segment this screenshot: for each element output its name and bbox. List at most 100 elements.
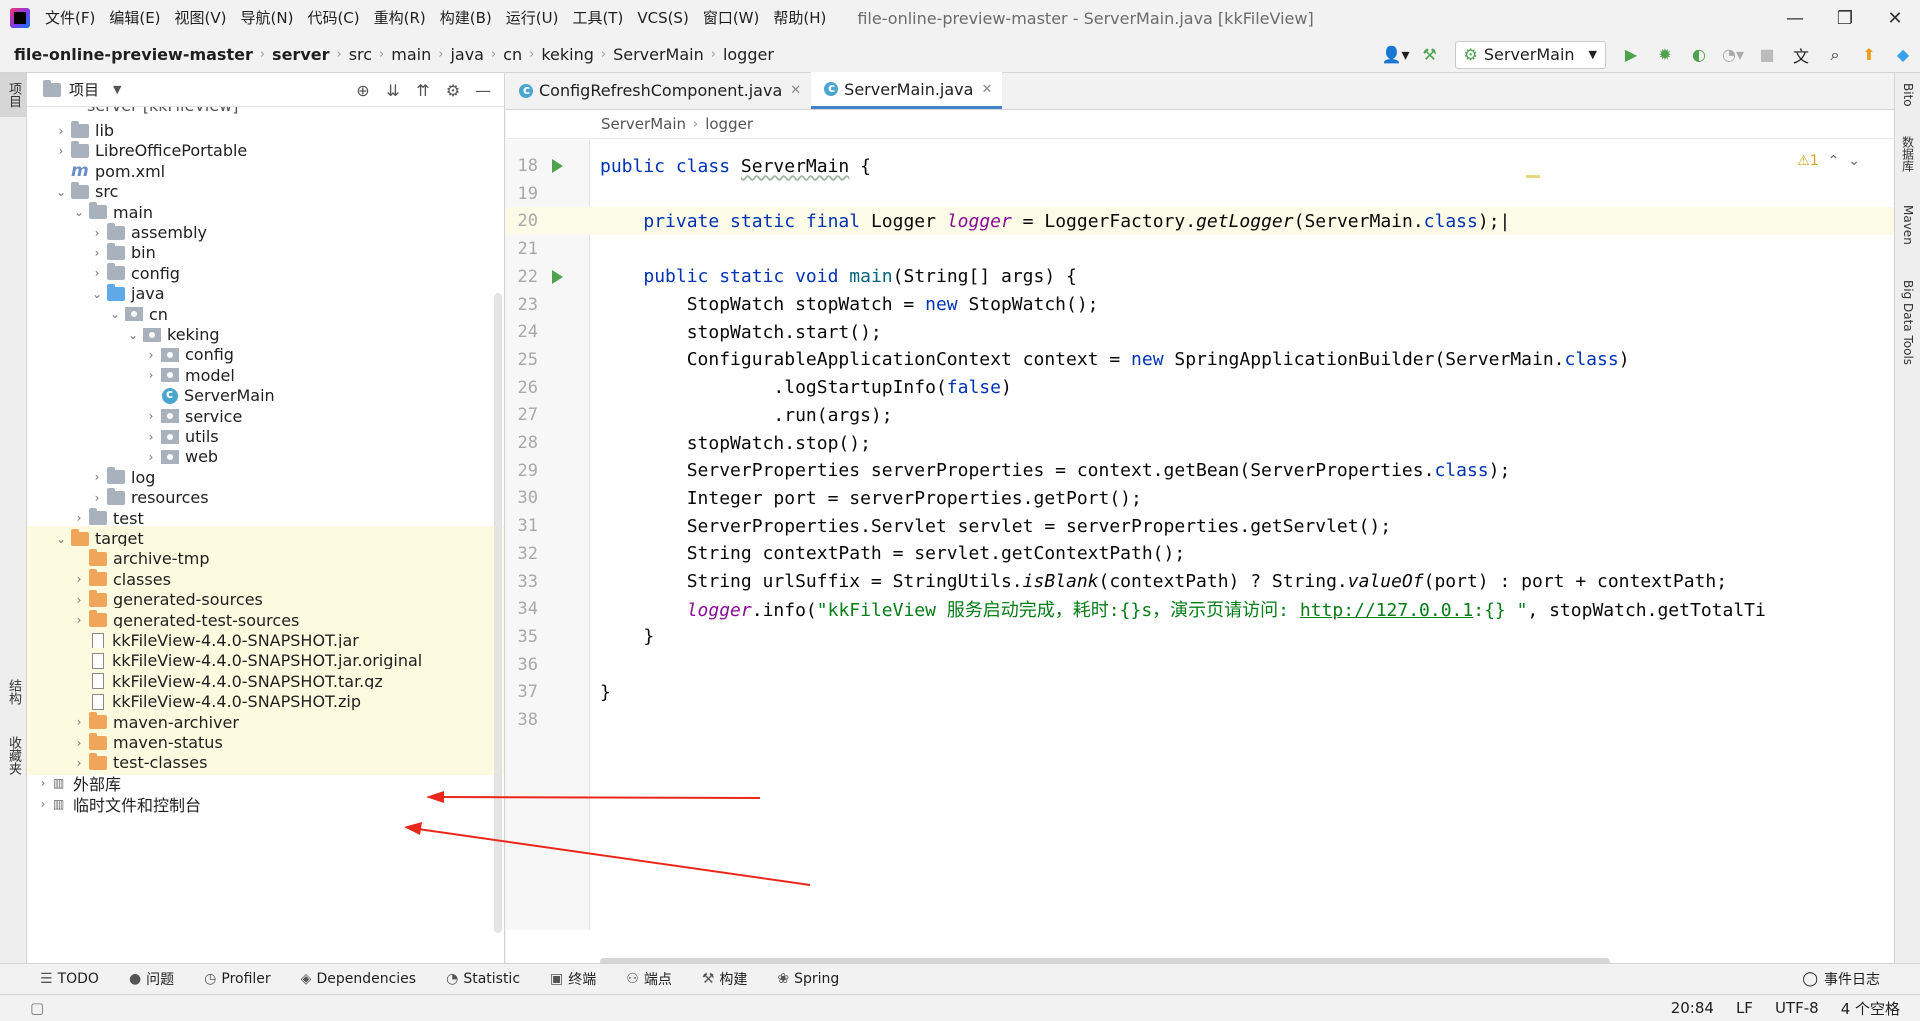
layout-icon[interactable]: ▢ xyxy=(30,999,44,1017)
bottom-tool-tab[interactable]: ▣ 终端 xyxy=(550,969,596,989)
menu-item[interactable]: VCS(S) xyxy=(630,0,695,36)
code-line[interactable]: 27 .run(args); xyxy=(506,401,1894,429)
chevron-right-icon[interactable]: › xyxy=(53,124,69,138)
debug-icon[interactable]: ✹ xyxy=(1651,41,1679,69)
menu-item[interactable]: 代码(C) xyxy=(300,0,366,36)
breadcrumb-item[interactable]: java xyxy=(450,45,484,64)
run-configuration-select[interactable]: ⚙ ServerMain ▼ xyxy=(1454,40,1606,69)
breadcrumb-item[interactable]: main xyxy=(391,45,431,64)
code-line[interactable]: 33 String urlSuffix = StringUtils.isBlan… xyxy=(506,568,1894,596)
right-tool-tab[interactable]: 数据库 xyxy=(1895,125,1920,183)
indent-setting[interactable]: 4 个空格 xyxy=(1841,998,1900,1019)
code-line[interactable]: 29 ServerProperties serverProperties = c… xyxy=(506,457,1894,485)
caret-position[interactable]: 20:84 xyxy=(1671,999,1714,1017)
bottom-tool-tab[interactable]: ◔ Statistic xyxy=(446,969,520,989)
hide-icon[interactable]: — xyxy=(468,81,498,100)
chevron-down-icon[interactable]: ⌄ xyxy=(107,307,123,321)
chevron-right-icon[interactable]: › xyxy=(53,144,69,158)
code-line[interactable]: 20 private static final Logger logger = … xyxy=(506,207,1894,236)
menu-item[interactable]: 构建(B) xyxy=(433,0,499,36)
chevron-right-icon[interactable]: › xyxy=(89,266,105,280)
event-log-button[interactable]: ◯ 事件日志 xyxy=(1802,969,1880,989)
breadcrumb-item[interactable]: server xyxy=(272,45,329,64)
chevron-right-icon[interactable]: › xyxy=(71,593,87,607)
bottom-tool-tab[interactable]: ☰ TODO xyxy=(40,969,99,989)
chevron-right-icon[interactable]: › xyxy=(71,572,87,586)
run-gutter-icon[interactable] xyxy=(552,159,563,173)
translate-icon[interactable]: 文 xyxy=(1787,41,1815,69)
menu-item[interactable]: 视图(V) xyxy=(168,0,234,36)
user-icon[interactable]: 👤▾ xyxy=(1382,41,1410,69)
code-line[interactable]: 22 public static void main(String[] args… xyxy=(506,263,1894,291)
expand-all-icon[interactable]: ⇊ xyxy=(378,81,408,100)
chevron-right-icon[interactable]: › xyxy=(71,511,87,525)
right-tool-tab[interactable]: Bito xyxy=(1895,73,1920,117)
code-line[interactable]: 26 .logStartupInfo(false) xyxy=(506,374,1894,402)
chevron-right-icon[interactable]: › xyxy=(143,450,159,464)
chevron-right-icon[interactable]: › xyxy=(143,430,159,444)
file-encoding[interactable]: UTF-8 xyxy=(1775,999,1819,1017)
code-line[interactable]: 23 StopWatch stopWatch = new StopWatch()… xyxy=(506,291,1894,319)
update-icon[interactable]: ⬆ xyxy=(1855,41,1883,69)
structure-tool-tab[interactable]: 结构 xyxy=(0,669,27,715)
chevron-down-icon[interactable]: ⌄ xyxy=(89,287,105,301)
chevron-right-icon[interactable]: › xyxy=(143,409,159,423)
chevron-right-icon[interactable]: › xyxy=(89,491,105,505)
code-line[interactable]: 32 String contextPath = servlet.getConte… xyxy=(506,540,1894,568)
code-line[interactable]: 28 stopWatch.stop(); xyxy=(506,429,1894,457)
project-tool-tab[interactable]: 项目 xyxy=(0,73,27,117)
breadcrumb-item[interactable]: src xyxy=(349,45,372,64)
bottom-tool-tab[interactable]: ⚒ 构建 xyxy=(702,969,748,989)
menu-item[interactable]: 重构(R) xyxy=(367,0,433,36)
right-tool-tab[interactable]: Maven xyxy=(1895,195,1920,255)
chevron-right-icon[interactable]: › xyxy=(71,736,87,750)
stop-icon[interactable]: ■ xyxy=(1753,41,1781,69)
search-icon[interactable]: ⌕ xyxy=(1821,41,1849,69)
chevron-right-icon[interactable]: › xyxy=(143,348,159,362)
bottom-tool-tab[interactable]: ◷ Profiler xyxy=(204,969,271,989)
favorites-tool-tab[interactable]: 收藏夹 xyxy=(0,725,27,785)
close-tab-icon[interactable]: ✕ xyxy=(981,82,992,97)
run-icon[interactable]: ▶ xyxy=(1617,41,1645,69)
tree-item[interactable]: › ▥ 临时文件和控制台 xyxy=(27,791,504,816)
chevron-right-icon[interactable]: › xyxy=(89,226,105,240)
chevron-down-icon[interactable]: ⌄ xyxy=(125,328,141,342)
breadcrumb-item[interactable]: keking xyxy=(541,45,594,64)
collapse-all-icon[interactable]: ⇈ xyxy=(408,81,438,100)
editor-tab[interactable]: ServerMain.java ✕ xyxy=(811,72,1003,109)
chevron-right-icon[interactable]: › xyxy=(89,470,105,484)
chevron-down-icon[interactable]: ▼ xyxy=(113,83,121,96)
chevron-right-icon[interactable]: › xyxy=(71,756,87,770)
code-line[interactable]: 34 logger.info("kkFileView 服务启动完成，耗时:{}s… xyxy=(506,595,1894,623)
tree-scrollbar[interactable] xyxy=(494,293,502,933)
breadcrumb-item[interactable]: ServerMain xyxy=(613,45,704,64)
bottom-tool-tab[interactable]: ◈ Dependencies xyxy=(301,969,416,989)
code-line[interactable]: 30 Integer port = serverProperties.getPo… xyxy=(506,484,1894,512)
code-line[interactable]: 21 xyxy=(506,235,1894,263)
breadcrumb-item[interactable]: logger xyxy=(723,45,774,64)
editor-breadcrumb-item[interactable]: logger xyxy=(705,115,753,133)
breadcrumb-item[interactable]: file-online-preview-master xyxy=(14,45,253,64)
code-line[interactable]: 38 xyxy=(506,706,1894,734)
code-line[interactable]: 24 stopWatch.start(); xyxy=(506,318,1894,346)
code-editor[interactable]: 18 public class ServerMain {19 20 private … xyxy=(506,140,1894,930)
menu-item[interactable]: 窗口(W) xyxy=(696,0,767,36)
bottom-tool-tab[interactable]: ❀ Spring xyxy=(777,969,839,989)
right-tool-tab[interactable]: Big Data Tools xyxy=(1895,263,1920,383)
close-icon[interactable]: ✕ xyxy=(1870,0,1920,36)
chevron-right-icon[interactable]: › xyxy=(35,797,51,811)
close-tab-icon[interactable]: ✕ xyxy=(790,83,801,98)
editor-tab[interactable]: ConfigRefreshComponent.java ✕ xyxy=(506,72,811,109)
menu-item[interactable]: 文件(F) xyxy=(38,0,102,36)
bottom-tool-tab[interactable]: ● 问题 xyxy=(129,969,174,989)
minimize-icon[interactable]: — xyxy=(1770,0,1820,36)
code-line[interactable]: 19 xyxy=(506,180,1894,208)
build-hammer-icon[interactable]: ⚒ xyxy=(1416,41,1444,69)
code-line[interactable]: 37} xyxy=(506,678,1894,706)
plugin-logo-icon[interactable]: ◆ xyxy=(1889,41,1917,69)
chevron-right-icon[interactable]: › xyxy=(71,613,87,627)
chevron-right-icon[interactable]: › xyxy=(143,368,159,382)
chevron-right-icon[interactable]: › xyxy=(71,715,87,729)
menu-item[interactable]: 工具(T) xyxy=(565,0,630,36)
code-line[interactable]: 31 ServerProperties.Servlet servlet = se… xyxy=(506,512,1894,540)
